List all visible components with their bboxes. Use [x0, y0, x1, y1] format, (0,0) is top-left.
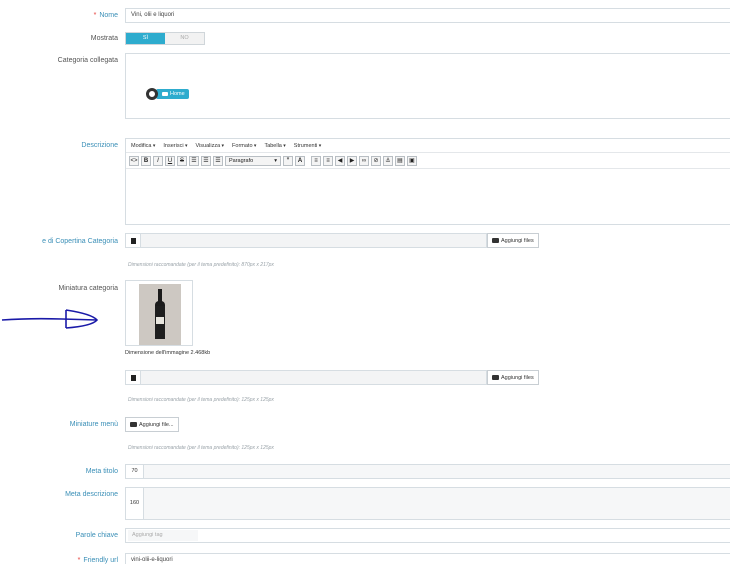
miniatura-file-input[interactable] [141, 370, 487, 385]
anchor-icon[interactable]: ⚓ [383, 155, 393, 166]
editor-menubar: Modifica Inserisci Visualizza Formato Ta… [126, 139, 730, 153]
friendly-url-label: * Friendly url [77, 557, 118, 564]
unlink-icon[interactable]: ⊘ [371, 155, 381, 166]
copertina-hint: Dimensioni raccomandate (per il tema pre… [128, 262, 274, 268]
folder-open-icon [130, 422, 137, 427]
tags-input-box[interactable]: Aggiungi tag [125, 528, 730, 543]
menu-strumenti[interactable]: Strumenti [294, 143, 321, 149]
miniatura-label: Miniatura categoria [58, 285, 118, 292]
align-center-icon[interactable]: ☰ [201, 155, 211, 166]
meta-titolo-input[interactable] [144, 464, 730, 479]
miniature-menu-label: Miniature menù [69, 421, 118, 428]
copertina-file-input[interactable] [141, 233, 487, 248]
category-tree [125, 53, 730, 119]
meta-titolo-label: Meta titolo [85, 468, 118, 475]
meta-descrizione-textarea[interactable] [144, 487, 730, 520]
bold-icon[interactable]: B [141, 155, 151, 166]
tree-node-home[interactable]: Home [146, 88, 189, 100]
add-tag-input[interactable]: Aggiungi tag [128, 530, 198, 541]
miniatura-hint: Dimensioni raccomandate (per il tema pre… [128, 397, 274, 403]
menu-visualizza[interactable]: Visualizza [195, 143, 224, 149]
copertina-label: e di Copertina Categoria [42, 238, 118, 245]
parole-chiave-label: Parole chiave [75, 532, 118, 539]
menu-modifica[interactable]: Modifica [131, 143, 155, 149]
categoria-label: Categoria collegata [57, 57, 118, 64]
blockquote-icon[interactable]: ” [283, 155, 293, 166]
miniatura-add-files-button[interactable]: Aggiungi files [487, 370, 539, 385]
miniatura-file-row: Aggiungi files [125, 370, 539, 385]
miniature-menu-hint: Dimensioni raccomandate (per il tema pre… [128, 445, 274, 451]
file-icon [125, 370, 141, 385]
category-thumbnail-image [125, 280, 193, 346]
menu-inserisci[interactable]: Inserisci [163, 143, 187, 149]
folder-open-icon [492, 375, 499, 380]
copertina-add-files-button[interactable]: Aggiungi files [487, 233, 539, 248]
file-icon [125, 233, 141, 248]
description-editor[interactable]: Modifica Inserisci Visualizza Formato Ta… [125, 138, 730, 225]
image-icon[interactable]: ▣ [407, 155, 417, 166]
home-category-button[interactable]: Home [156, 89, 189, 99]
outdent-icon[interactable]: ◀ [335, 155, 345, 166]
nome-label: * Nome [93, 12, 118, 19]
meta-titolo-row: 70 [125, 464, 730, 479]
format-select[interactable]: Paragrafo [225, 155, 281, 166]
numbered-list-icon[interactable]: ≡ [323, 155, 333, 166]
strikethrough-icon[interactable]: S [177, 155, 187, 166]
descrizione-label: Descrizione [81, 142, 118, 149]
folder-icon [162, 92, 168, 96]
editor-toolbar: <> B I U S ☰ ☰ ☰ Paragrafo ” A ≡ ≡ ◀ ▶ ∞… [126, 153, 730, 169]
image-size-text: Dimensione dell'immagine 2.468kb [125, 350, 211, 356]
mostrata-toggle[interactable]: SÌ NO [125, 32, 205, 45]
meta-titolo-counter: 70 [125, 464, 144, 479]
nome-input[interactable]: Vini, olii e liquori [125, 8, 730, 23]
annotation-arrow-icon [1, 309, 99, 329]
radio-icon[interactable] [146, 88, 158, 100]
bullet-list-icon[interactable]: ≡ [311, 155, 321, 166]
menu-tabella[interactable]: Tabella [264, 143, 285, 149]
font-color-icon[interactable]: A [295, 155, 305, 166]
menu-formato[interactable]: Formato [232, 143, 256, 149]
miniature-menu-add-file-button[interactable]: Aggiungi file... [125, 417, 179, 432]
meta-descrizione-row: 160 [125, 487, 730, 520]
italic-icon[interactable]: I [153, 155, 163, 166]
link-icon[interactable]: ∞ [359, 155, 369, 166]
meta-descrizione-counter: 160 [125, 487, 144, 520]
code-icon[interactable]: <> [129, 155, 139, 166]
folder-open-icon [492, 238, 499, 243]
wine-bottle-picture [154, 289, 166, 339]
align-right-icon[interactable]: ☰ [213, 155, 223, 166]
underline-icon[interactable]: U [165, 155, 175, 166]
friendly-url-input[interactable]: vini-olii-e-liquori [125, 553, 730, 564]
toggle-no[interactable]: NO [165, 33, 204, 44]
meta-descrizione-label: Meta descrizione [65, 491, 118, 498]
copertina-file-row: Aggiungi files [125, 233, 539, 248]
table-icon[interactable]: ▤ [395, 155, 405, 166]
align-left-icon[interactable]: ☰ [189, 155, 199, 166]
indent-icon[interactable]: ▶ [347, 155, 357, 166]
toggle-yes[interactable]: SÌ [126, 33, 165, 44]
mostrata-label: Mostrata [90, 35, 118, 42]
